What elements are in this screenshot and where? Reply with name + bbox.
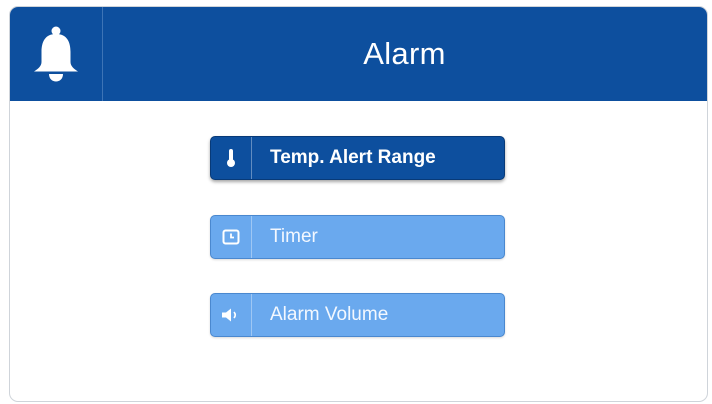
- page-title: Alarm: [363, 36, 446, 71]
- timer-label: Timer: [270, 226, 318, 247]
- speaker-icon: [222, 308, 237, 322]
- alarm-screen: Alarm Temp. Alert Range Timer Alarm Volu…: [9, 6, 708, 402]
- alarm-volume-label: Alarm Volume: [270, 304, 389, 325]
- temp-alert-range-label: Temp. Alert Range: [270, 147, 436, 168]
- thermometer-icon: [227, 149, 235, 167]
- temp-alert-range-button[interactable]: Temp. Alert Range: [210, 136, 505, 180]
- bell-icon-cell: [10, 7, 103, 101]
- alarm-volume-button[interactable]: Alarm Volume: [210, 293, 505, 337]
- header-bar: Alarm: [10, 7, 707, 101]
- clock-icon: [222, 229, 240, 245]
- timer-button[interactable]: Timer: [210, 215, 505, 259]
- bell-icon: [34, 26, 78, 82]
